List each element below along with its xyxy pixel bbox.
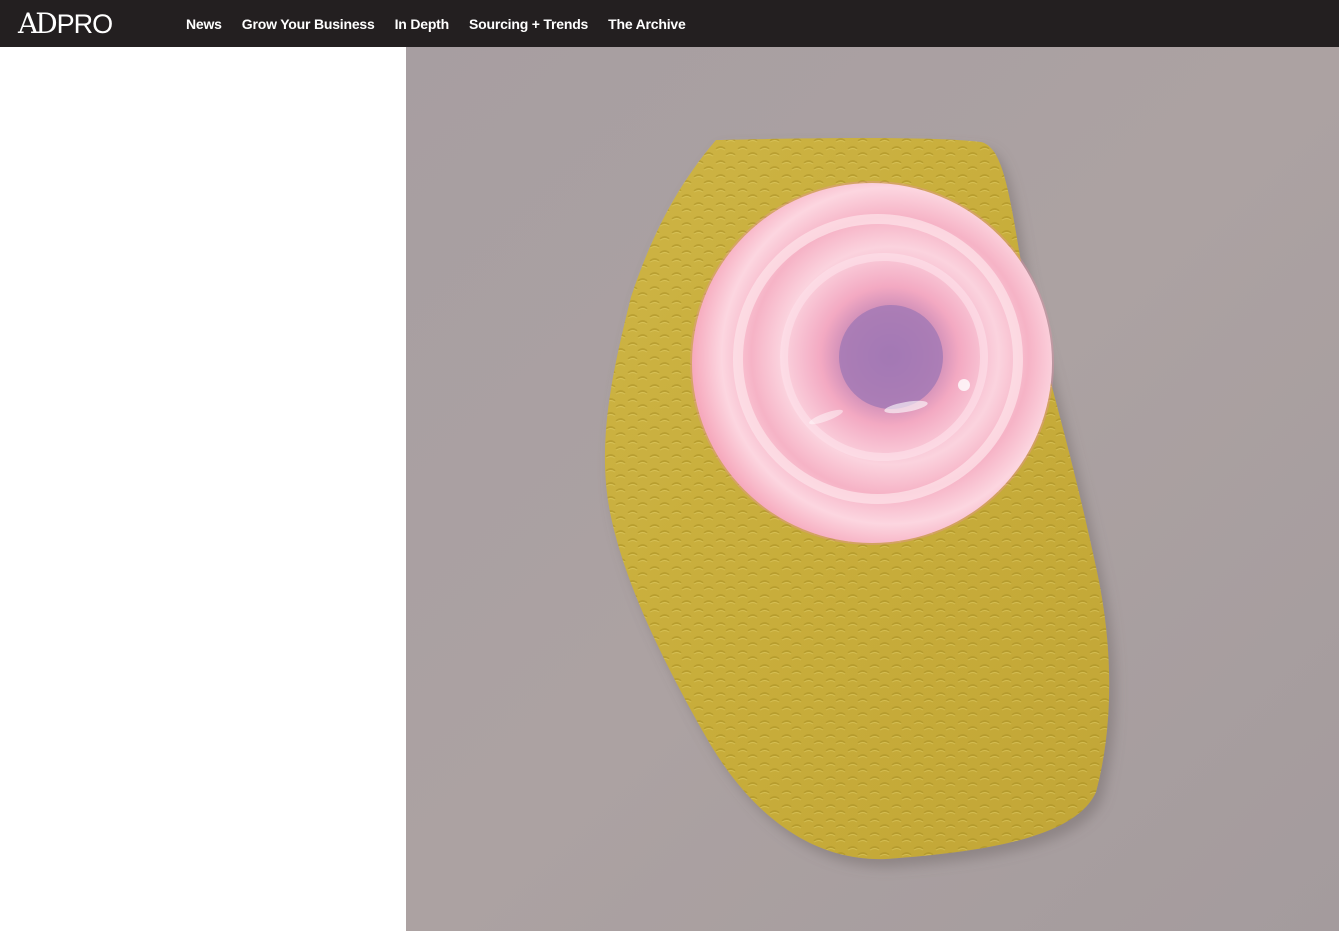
nav-item-the-archive[interactable]: The Archive [608, 16, 686, 32]
left-whitespace [0, 47, 406, 931]
hero-image [406, 47, 1339, 931]
adpro-logo[interactable]: AD PRO [18, 7, 118, 40]
nav-item-sourcing-trends[interactable]: Sourcing + Trends [469, 16, 588, 32]
pink-glass-lamp [690, 181, 1054, 545]
nav-item-news[interactable]: News [186, 16, 222, 32]
top-navigation-bar: AD PRO News Grow Your Business In Depth S… [0, 0, 1339, 47]
logo-pro: PRO [56, 9, 114, 39]
main-nav: News Grow Your Business In Depth Sourcin… [186, 0, 706, 47]
logo-ad: AD [18, 7, 58, 40]
nav-item-grow-your-business[interactable]: Grow Your Business [242, 16, 375, 32]
wall-sconce-photo [406, 47, 1339, 931]
nav-item-in-depth[interactable]: In Depth [395, 16, 450, 32]
